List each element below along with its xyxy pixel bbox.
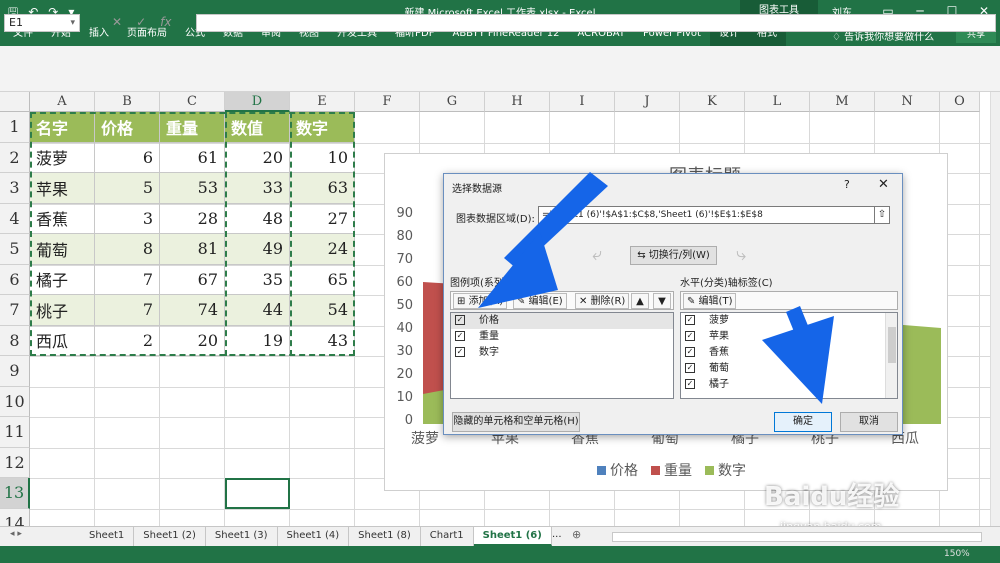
watermark-logo: Baidu经验	[764, 482, 900, 512]
horizontal-scrollbar[interactable]	[612, 532, 982, 542]
next-sheet-icon[interactable]: ▸	[17, 529, 22, 539]
sheet-tab[interactable]: Sheet1 (2)	[134, 527, 206, 546]
zoom-level[interactable]: 150%	[944, 549, 970, 559]
arrow-left-icon	[478, 172, 608, 308]
sheet-nav: ◂ ▸	[10, 529, 22, 539]
new-sheet-icon[interactable]: ⊕	[572, 528, 581, 541]
status-bar: 150%	[0, 546, 1000, 563]
sheet-tab-bar: ◂ ▸ Sheet1 Sheet1 (2) Sheet1 (3) Sheet1 (4)…	[0, 526, 1000, 546]
sheet-tab[interactable]: Chart1	[421, 527, 474, 546]
arrow-right-icon	[762, 306, 834, 404]
sheet-tab[interactable]: Sheet1 (3)	[206, 527, 278, 546]
sheet-tabs: Sheet1 Sheet1 (2) Sheet1 (3) Sheet1 (4) Shee…	[80, 527, 552, 546]
sheet-tab[interactable]: Sheet1 (6)	[473, 527, 552, 546]
more-sheets[interactable]: ...	[552, 529, 562, 540]
sheet-tab[interactable]: Sheet1 (4)	[278, 527, 350, 546]
sheet-tab[interactable]: Sheet1	[80, 527, 135, 546]
sheet-tab[interactable]: Sheet1 (8)	[349, 527, 421, 546]
